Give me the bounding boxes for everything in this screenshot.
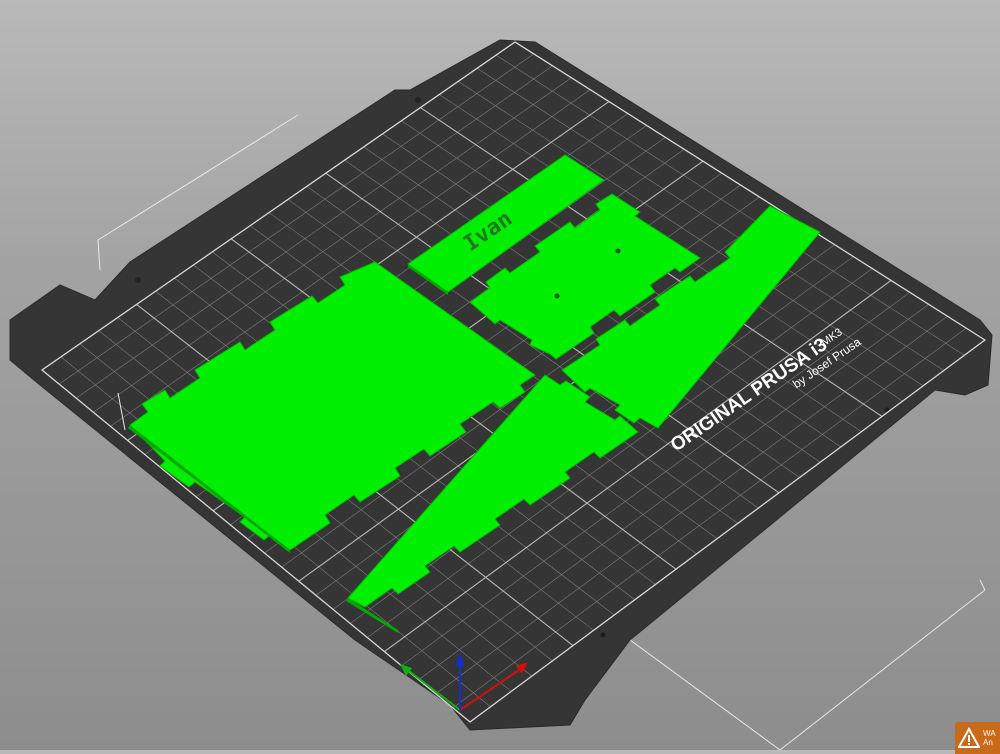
notification-line2: An [983,738,993,747]
3d-viewport[interactable]: ORIGINAL PRUSA i3 MK3 by Josef Prusa Iva… [0,0,1000,750]
hole-2 [554,293,560,299]
warning-notification[interactable]: WA An [955,722,1000,754]
notification-line1: WA [983,729,996,738]
warning-icon [958,727,980,748]
hole-1 [615,248,621,254]
